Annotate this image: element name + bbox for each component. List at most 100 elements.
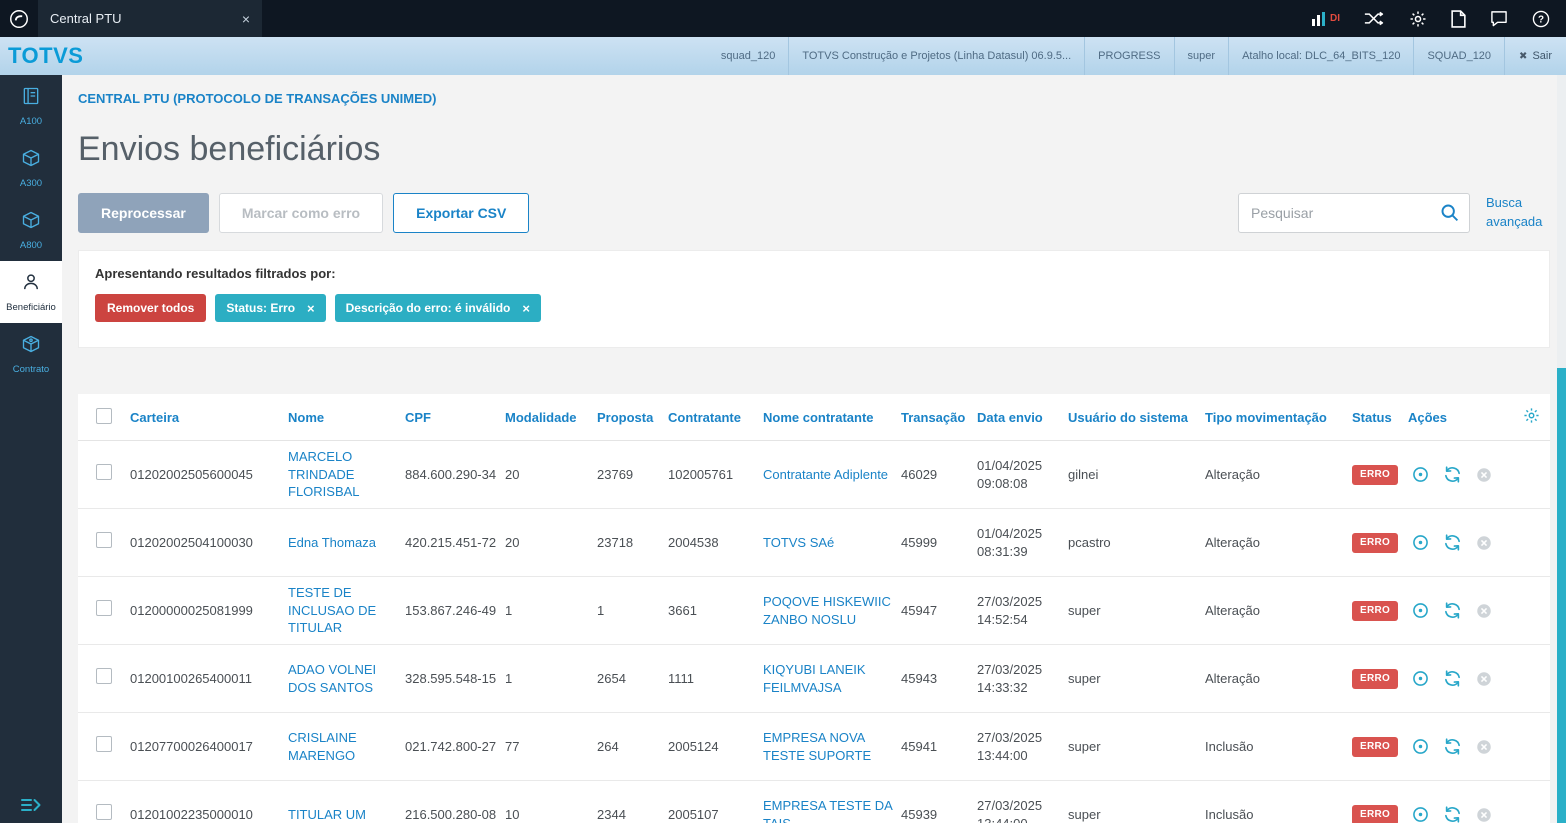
- beneficiary-name-link[interactable]: TITULAR UM: [288, 807, 366, 822]
- cell-data-envio: 27/03/2025 14:52:54: [977, 576, 1068, 645]
- column-header[interactable]: Nome contratante: [763, 394, 901, 441]
- search-input[interactable]: [1238, 193, 1470, 233]
- ledger-icon: [21, 86, 41, 111]
- contractor-name-link[interactable]: POQOVE HISKEWIIC ZANBO NOSLU: [763, 594, 891, 627]
- beneficiary-name-link[interactable]: Edna Thomaza: [288, 535, 376, 550]
- row-checkbox[interactable]: [96, 532, 112, 549]
- cell-cpf: 216.500.280-08: [405, 780, 505, 823]
- chat-icon[interactable]: [1490, 10, 1508, 27]
- cancel-icon[interactable]: [1472, 534, 1496, 552]
- mark-as-error-button[interactable]: Marcar como erro: [218, 193, 384, 233]
- cell-contratante: 1111: [668, 644, 763, 713]
- gear-icon[interactable]: [1409, 10, 1427, 28]
- contractor-name-link[interactable]: KIQYUBI LANEIK FEILMVAJSA: [763, 662, 866, 695]
- beneficiary-name-link[interactable]: TESTE DE INCLUSAO DE TITULAR: [288, 585, 376, 635]
- contractor-name-link[interactable]: EMPRESA TESTE DA TAIS: [763, 798, 892, 823]
- column-header[interactable]: Contratante: [668, 394, 763, 441]
- cell-transacao: 45943: [901, 644, 977, 713]
- table-body: 01202002505600045 MARCELO TRINDADE FLORIS…: [78, 440, 1550, 823]
- column-header[interactable]: Ações: [1408, 394, 1523, 441]
- row-checkbox[interactable]: [96, 600, 112, 617]
- cell-proposta: 23769: [597, 440, 668, 509]
- cell-carteira: 01207700026400017: [130, 712, 288, 781]
- view-icon[interactable]: [1408, 533, 1432, 552]
- view-icon[interactable]: [1408, 805, 1432, 823]
- breadcrumb[interactable]: CENTRAL PTU (PROTOCOLO DE TRANSAÇÕES UNI…: [78, 91, 1550, 106]
- filter-chip[interactable]: Descrição do erro: é inválido ×: [334, 294, 541, 322]
- tab-close-icon[interactable]: ×: [242, 12, 250, 26]
- export-csv-button[interactable]: Exportar CSV: [393, 193, 530, 233]
- table-settings-icon[interactable]: [1523, 408, 1540, 427]
- shuffle-icon[interactable]: [1364, 11, 1385, 26]
- cancel-icon[interactable]: [1472, 670, 1496, 688]
- svg-text:?: ?: [1538, 14, 1544, 25]
- row-checkbox[interactable]: [96, 736, 112, 753]
- results-table: Carteira Nome CPF Modalidade Proposta Contrat…: [78, 394, 1550, 823]
- cancel-icon[interactable]: [1472, 466, 1496, 484]
- reprocess-icon[interactable]: [1440, 465, 1464, 484]
- sidebar-item-contrato[interactable]: Contrato: [0, 323, 62, 385]
- cell-transacao: 45947: [901, 576, 977, 645]
- view-icon[interactable]: [1408, 669, 1432, 688]
- reprocess-icon[interactable]: [1440, 669, 1464, 688]
- filter-chips: Remover todos Status: Erro × Descrição do …: [95, 294, 1533, 322]
- reprocess-icon[interactable]: [1440, 737, 1464, 756]
- sidebar-item-beneficiario[interactable]: Beneficiário: [0, 261, 62, 323]
- cancel-icon[interactable]: [1472, 806, 1496, 823]
- remove-all-filters-button[interactable]: Remover todos: [95, 294, 207, 322]
- sidebar-item-a800[interactable]: A800: [0, 199, 62, 261]
- contractor-name-link[interactable]: EMPRESA NOVA TESTE SUPORTE: [763, 730, 871, 763]
- document-icon[interactable]: [1451, 9, 1466, 28]
- reprocess-icon[interactable]: [1440, 805, 1464, 823]
- scrollbar-thumb[interactable]: [1557, 368, 1566, 823]
- tab-central-ptu[interactable]: Central PTU ×: [38, 0, 262, 37]
- column-header[interactable]: Tipo movimentação: [1205, 394, 1352, 441]
- table-row: 01207700026400017 CRISLAINE MARENGO 021.74…: [78, 712, 1550, 781]
- view-icon[interactable]: [1408, 601, 1432, 620]
- remove-filter-icon[interactable]: ×: [522, 302, 530, 315]
- column-header[interactable]: CPF: [405, 394, 505, 441]
- view-icon[interactable]: [1408, 737, 1432, 756]
- column-header[interactable]: Usuário do sistema: [1068, 394, 1205, 441]
- app-logo-icon[interactable]: [0, 0, 38, 37]
- beneficiary-name-link[interactable]: MARCELO TRINDADE FLORISBAL: [288, 449, 360, 499]
- beneficiary-name-link[interactable]: CRISLAINE MARENGO: [288, 730, 357, 763]
- sidebar-item-label: A800: [19, 239, 43, 251]
- menu-expand-icon[interactable]: [0, 797, 62, 813]
- sidebar-item-a100[interactable]: A100: [0, 75, 62, 137]
- row-checkbox[interactable]: [96, 464, 112, 481]
- help-icon[interactable]: ?: [1532, 10, 1550, 28]
- sidebar: A100 A300 A800 Beneficiário Contrato: [0, 75, 62, 823]
- search-icon[interactable]: [1439, 202, 1460, 228]
- column-header[interactable]: Status: [1352, 394, 1408, 441]
- beneficiary-name-link[interactable]: ADAO VOLNEI DOS SANTOS: [288, 662, 376, 695]
- filter-chip[interactable]: Status: Erro ×: [215, 294, 326, 322]
- totvs-logo: TOTVS: [8, 43, 84, 68]
- advanced-search-link[interactable]: Busca avançada: [1486, 194, 1550, 232]
- column-header[interactable]: Data envio: [977, 394, 1068, 441]
- reprocess-icon[interactable]: [1440, 533, 1464, 552]
- cancel-icon[interactable]: [1472, 602, 1496, 620]
- column-header[interactable]: Proposta: [597, 394, 668, 441]
- metrics-chart-icon[interactable]: DI: [1311, 11, 1340, 26]
- cell-proposta: 1: [597, 576, 668, 645]
- remove-filter-icon[interactable]: ×: [307, 302, 315, 315]
- toolbar: Reprocessar Marcar como erro Exportar CS…: [78, 193, 1550, 233]
- sidebar-item-a300[interactable]: A300: [0, 137, 62, 199]
- column-header[interactable]: Transação: [901, 394, 977, 441]
- cancel-icon[interactable]: [1472, 738, 1496, 756]
- column-header[interactable]: Nome: [288, 394, 405, 441]
- select-all-checkbox[interactable]: [96, 407, 112, 424]
- row-checkbox[interactable]: [96, 668, 112, 685]
- contractor-name-link[interactable]: Contratante Adiplente: [763, 467, 888, 482]
- column-header[interactable]: Carteira: [130, 394, 288, 441]
- vertical-scrollbar[interactable]: [1557, 75, 1566, 823]
- column-header[interactable]: Modalidade: [505, 394, 597, 441]
- logout-button[interactable]: ✖ Sair: [1504, 37, 1566, 75]
- reprocess-button[interactable]: Reprocessar: [78, 193, 209, 233]
- reprocess-icon[interactable]: [1440, 601, 1464, 620]
- contractor-name-link[interactable]: TOTVS SAé: [763, 535, 834, 550]
- view-icon[interactable]: [1408, 465, 1432, 484]
- row-checkbox[interactable]: [96, 804, 112, 821]
- sidebar-item-label: Beneficiário: [6, 301, 56, 313]
